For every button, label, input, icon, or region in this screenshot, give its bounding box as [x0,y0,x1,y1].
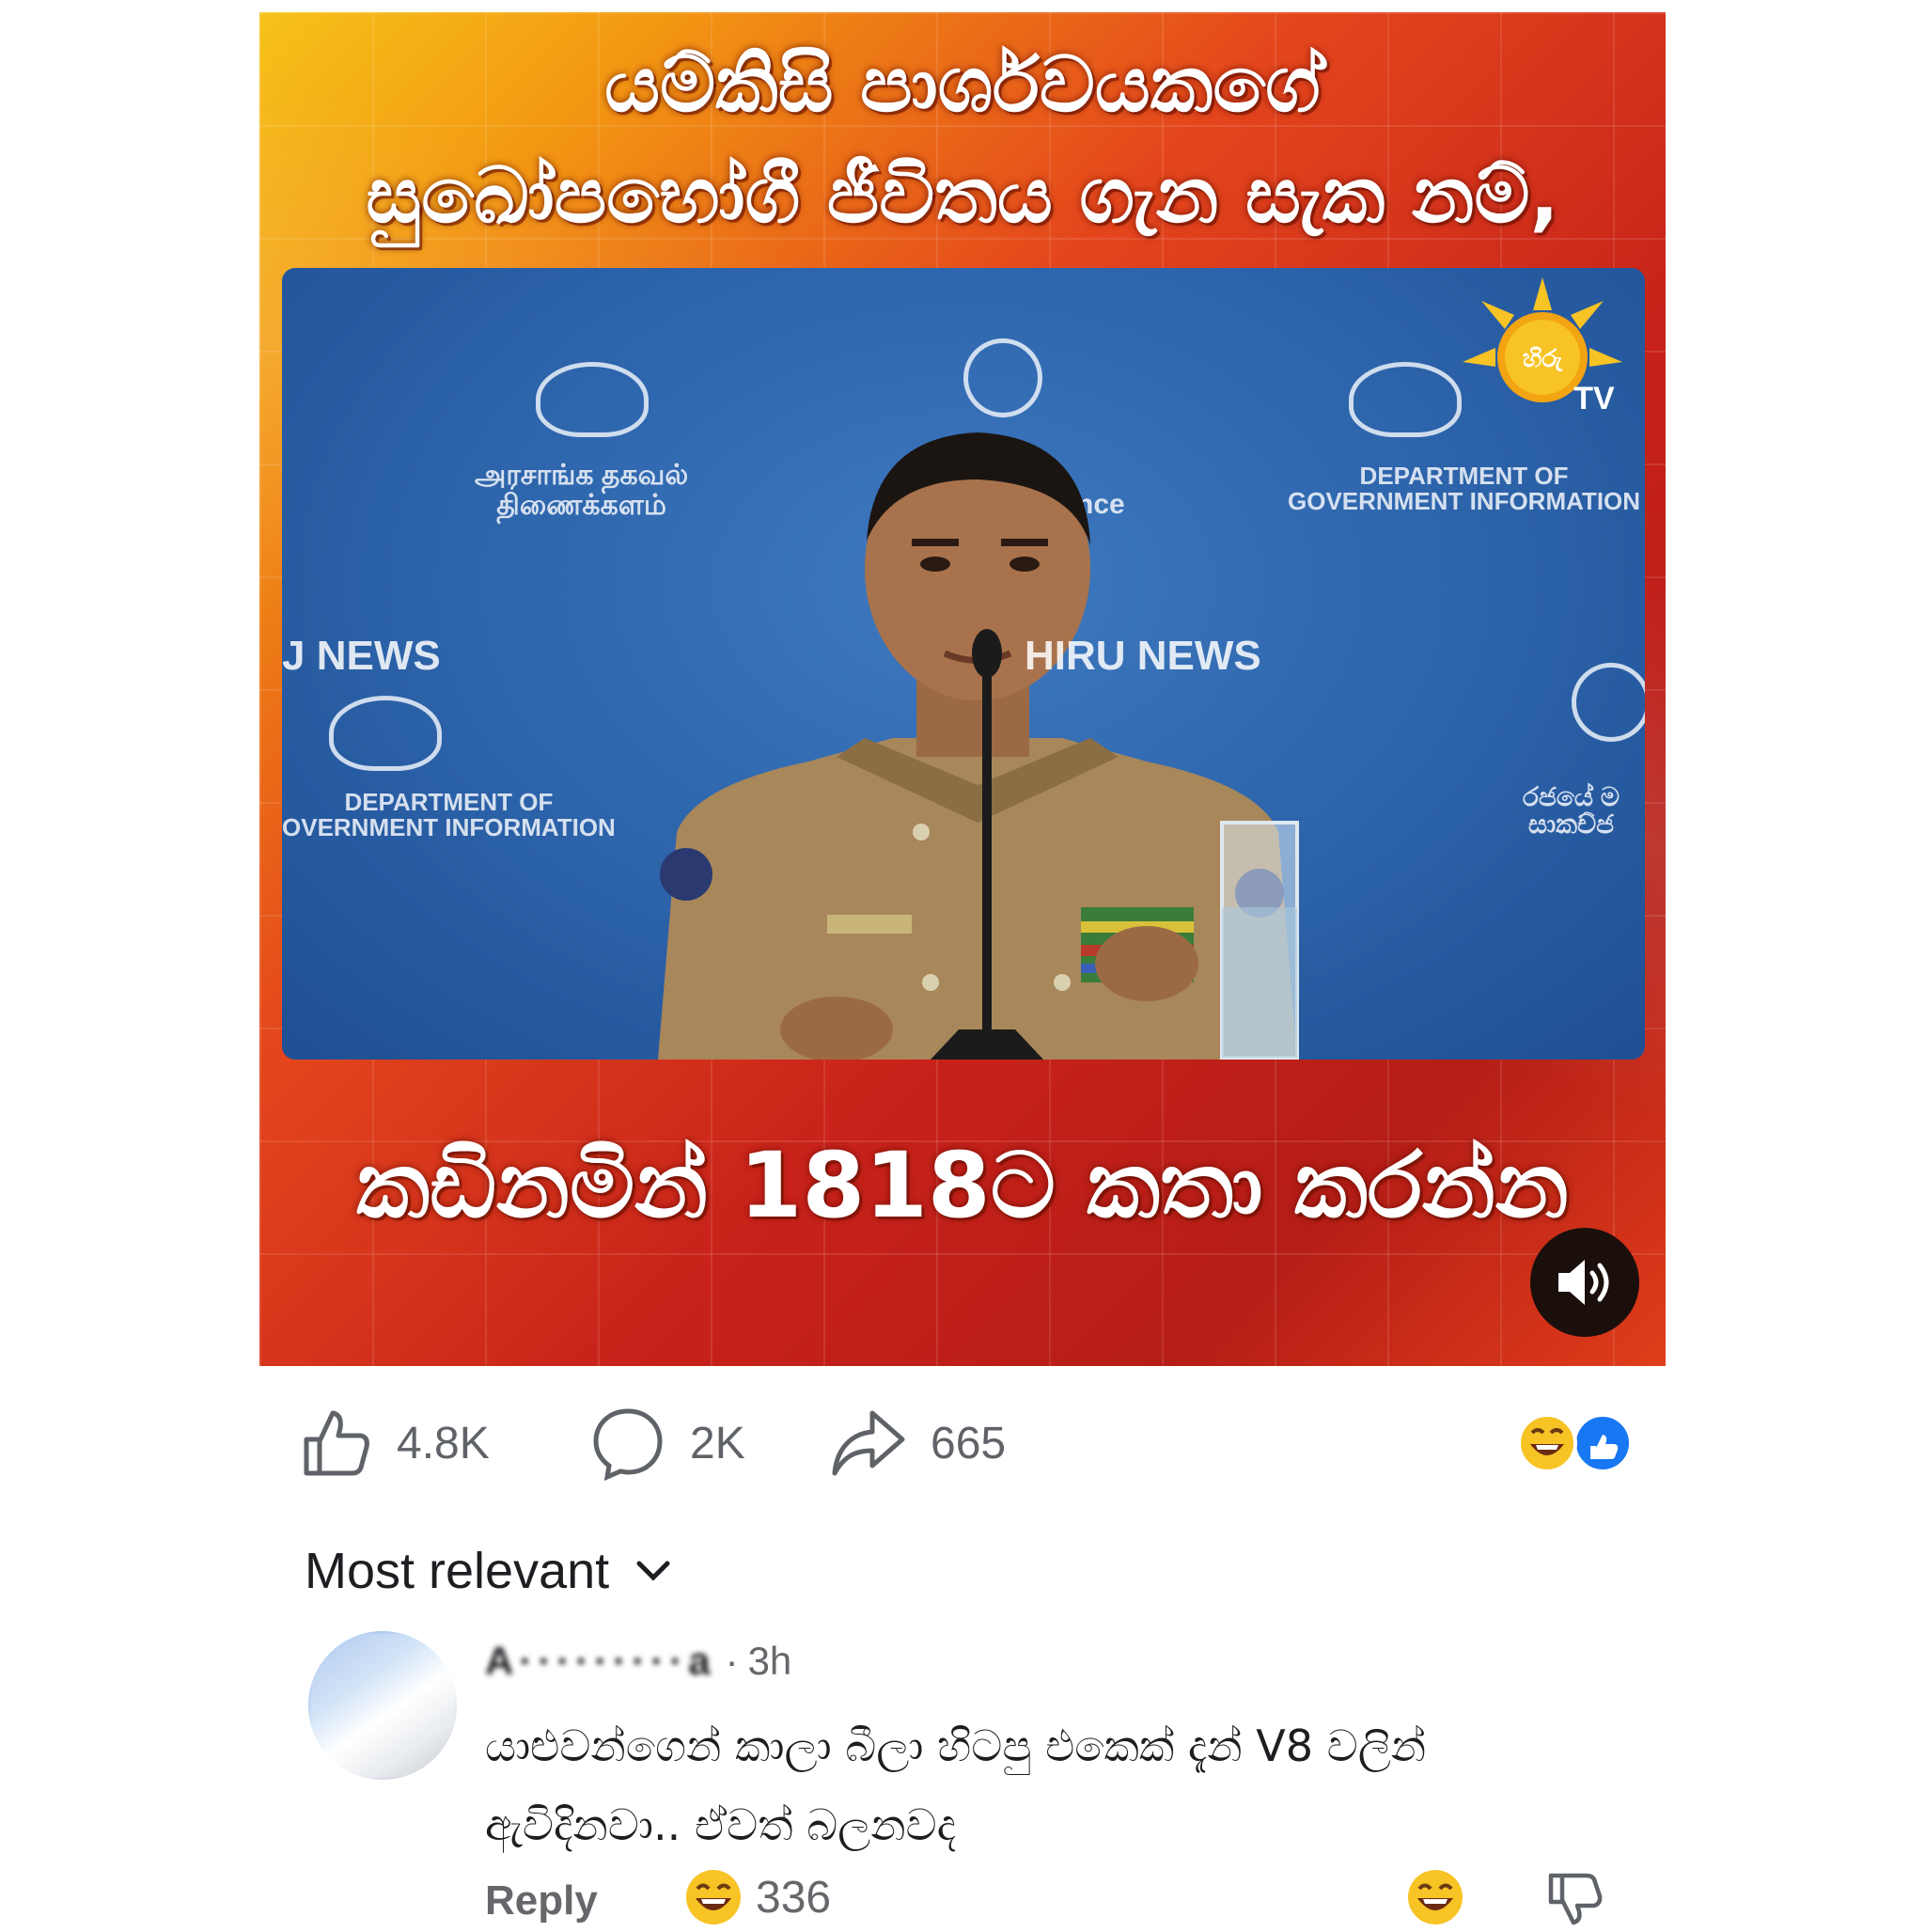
video-frame[interactable]: அரசாங்க தகவல் திணைக்களம் DEPARTMENT OF G… [282,268,1645,1060]
comment-item: A·········a · 3h යාළුවන්ගෙන් කාලා බීලා හ… [308,1631,1643,1925]
laugh-emoji-icon [1408,1870,1463,1924]
chevron-down-icon [636,1561,670,1581]
laugh-emoji-icon [686,1870,741,1924]
sound-toggle-button[interactable] [1530,1228,1639,1337]
thumbs-up-icon [304,1410,369,1476]
avatar[interactable] [308,1631,457,1780]
watermark-left: J NEWS [282,633,441,679]
react-emoji-button[interactable] [1406,1868,1464,1931]
comment-author[interactable]: A·········a [485,1639,716,1684]
reply-button[interactable]: Reply [485,1877,598,1924]
speaker-icon [1558,1260,1609,1305]
comment-time[interactable]: 3h [748,1639,792,1684]
comment-text: යාළුවන්ගෙන් කාලා බීලා හිටපු එකෙක් දැන් V… [485,1720,1427,1850]
comment-actions: Reply 336 [485,1866,1643,1932]
comment-header: A·········a · 3h [485,1639,791,1684]
comment-sort-dropdown[interactable]: Most relevant [305,1542,671,1600]
headline-line-1: යම්කිසි පාර්ශවයකගේ [604,40,1321,130]
emblem-icon [1572,663,1645,742]
comment-count: 2K [690,1418,745,1469]
watermark-hiru-news: HIRU NEWS [1025,633,1261,679]
backdrop-dept-left: DEPARTMENT OF OVERNMENT INFORMATION [282,788,616,842]
svg-text:හිරු: හිරු [1523,345,1563,373]
headline-line-3: කඩිනමින් 1818ට කතා කරන්න [356,1133,1569,1238]
headline-line-2: සුඛෝපභෝගී ජීවිතය ගැන සැක නම්, [366,151,1559,241]
reaction-summary[interactable] [1513,1410,1635,1476]
comment-reaction-summary[interactable]: 336 [684,1868,831,1926]
laugh-emoji-icon [1517,1413,1577,1473]
backdrop-sinhala-right: රජයේ ම සාකච්ජ [1523,782,1620,840]
thumbs-down-icon [1548,1873,1603,1925]
like-count: 4.8K [397,1418,490,1469]
comment-reaction-count: 336 [756,1872,832,1923]
engagement-bar: 4.8K 2K 665 [301,1401,1635,1485]
hiru-tv-logo: හිරු TV [1463,277,1622,416]
comment-button[interactable]: 2K [590,1401,745,1485]
speaker-figure [658,432,1299,1060]
share-count: 665 [931,1418,1007,1469]
dislike-button[interactable] [1547,1870,1604,1931]
separator-dot: · [725,1639,739,1683]
comment-bubble-icon [593,1408,663,1481]
sort-label: Most relevant [305,1543,610,1599]
like-button[interactable]: 4.8K [301,1401,490,1485]
post-media[interactable]: යම්කිසි පාර්ශවයකගේ සුඛෝපභෝගී ජීවිතය ගැන … [259,12,1666,1366]
share-button[interactable]: 665 [831,1401,1006,1485]
emblem-icon [329,696,442,771]
svg-text:TV: TV [1573,381,1615,416]
backdrop-dept: DEPARTMENT OF GOVERNMENT INFORMATION [1288,462,1641,516]
emblem-icon [1349,362,1462,437]
share-arrow-icon [832,1410,905,1476]
